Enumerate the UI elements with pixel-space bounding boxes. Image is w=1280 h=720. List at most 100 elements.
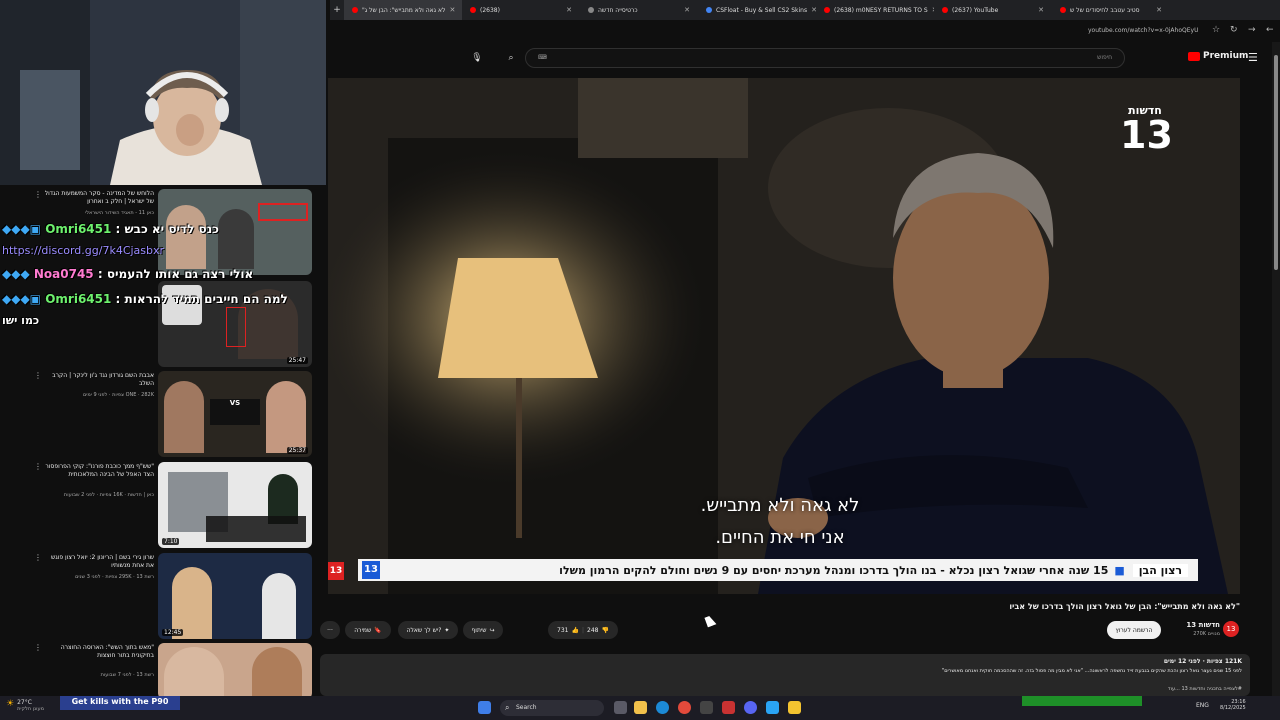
browser-tab[interactable]: CSFloat - Buy & Sell CS2 Skins ✕ (698, 0, 816, 20)
forward-icon[interactable]: ← (1266, 25, 1274, 35)
more-actions-icon[interactable]: ⋮ (34, 371, 42, 380)
channel-bug: חדשות 13 (1120, 104, 1173, 154)
url-text[interactable]: youtube.com/watch?v=x-0jAhoQEyU (1088, 27, 1198, 34)
ad-banner[interactable]: Get kills with the P90 (60, 696, 180, 710)
sparkle-icon: ✦ (444, 626, 450, 634)
chat-text: אולי רצה גם אותו להעמיס (106, 267, 254, 281)
tab-label: סטיב עטבב לחיסודים של ש (1070, 6, 1140, 14)
taskbar-search-label: Search (516, 704, 537, 711)
browser-tab[interactable]: (2638) ✕ (462, 0, 580, 20)
steam-icon[interactable] (700, 701, 713, 714)
chat-link[interactable]: https://discord.gg/7k4Cjasbxr (2, 244, 164, 257)
like-dislike-button[interactable]: 731 👍 | 248 👎 (548, 621, 618, 639)
close-icon[interactable]: ✕ (1038, 6, 1044, 14)
scrollbar-thumb[interactable] (1274, 55, 1278, 270)
related-video-thumb[interactable]: VS 25:37 (158, 371, 312, 457)
overlay-bar (1022, 696, 1142, 706)
share-icon: ↪ (489, 626, 495, 634)
related-video-thumb[interactable]: 12:45 (158, 553, 312, 639)
close-icon[interactable]: ✕ (566, 6, 572, 14)
youtube-header: 🎙 ⌕ ⌨ חיפוש Premium ☰ (330, 42, 1280, 74)
description-box[interactable]: 121K צפיות · לפני 12 ימים לפני 15 שנים נ… (320, 654, 1250, 696)
youtube-favicon-icon (942, 7, 948, 13)
description-hashtags[interactable]: #לצפייה בתכניה וחדשות 13 ...עוד (1168, 686, 1242, 692)
related-video-meta: ONE · 282K צפיות · לפני 9 ימים (82, 392, 154, 398)
browser-tab-bar: + "לא גאה ולא מתבייש": הבן של ג ✕ (2638)… (330, 0, 1280, 20)
related-video-title[interactable]: שרון גירי בשם | הריונון 2: יואל רצון פוג… (42, 554, 154, 570)
save-button[interactable]: שמירה 🔖 (345, 621, 391, 639)
subtitle-line: אני חי את החיים. (715, 527, 845, 548)
app-icon[interactable] (788, 701, 801, 714)
weather-widget[interactable]: ☀ 27°C מעונן חלקית (6, 699, 44, 712)
back-icon[interactable]: → (1248, 25, 1256, 35)
microphone-icon[interactable]: 🎙 (468, 49, 486, 67)
app-icon[interactable] (766, 701, 779, 714)
youtube-logo-icon (1188, 51, 1200, 61)
related-video-thumb[interactable]: 7:10 (158, 462, 312, 548)
browser-tab[interactable]: "לא גאה ולא מתבייש": הבן של ג ✕ (344, 0, 462, 20)
clock[interactable]: 23:16 8/12/2025 (1220, 699, 1246, 711)
task-view-icon[interactable] (614, 701, 627, 714)
more-actions-icon[interactable]: ⋮ (34, 643, 42, 652)
close-icon[interactable]: ✕ (684, 6, 690, 14)
related-video-title[interactable]: אבבת השם גורדון נגד ג'ון לינקר | הקרב הש… (42, 372, 154, 388)
discord-icon[interactable] (744, 701, 757, 714)
language-indicator[interactable]: ENG (1196, 702, 1209, 709)
more-actions-icon[interactable]: ⋮ (34, 553, 42, 562)
bullet-icon: ■ (1114, 563, 1125, 577)
more-actions-icon[interactable]: ⋮ (34, 462, 42, 471)
search-icon[interactable]: ⌕ (502, 49, 520, 67)
related-video-thumb[interactable] (158, 643, 312, 699)
app-icon[interactable] (722, 701, 735, 714)
more-button[interactable]: ··· (320, 621, 340, 639)
channel-13-small-logo-icon: 13 (328, 562, 344, 580)
browser-tab[interactable]: (2637) YouTube ✕ (934, 0, 1052, 20)
file-explorer-icon[interactable] (634, 701, 647, 714)
browser-tab[interactable]: (2638) m0NESY RETURNS TO S ✕ (816, 0, 934, 20)
share-label: שיתוף (471, 626, 487, 634)
tab-label: "לא גאה ולא מתבייש": הבן של ג (362, 6, 446, 14)
ask-label: יש לך שאלה? (406, 626, 442, 634)
bookmark-icon: 🔖 (374, 626, 382, 634)
related-video-title[interactable]: "מאש בתוך השש": הארוסה החוצרה בתיקונית ב… (42, 644, 154, 660)
search-input[interactable]: ⌨ חיפוש (525, 48, 1125, 68)
windows-start-icon[interactable] (478, 701, 491, 714)
ask-button[interactable]: יש לך שאלה? ✦ (398, 621, 458, 639)
tab-label: (2638) (480, 6, 500, 14)
video-title: "לא גאה ולא מתבייש": הבן של גואל רצון הו… (1009, 602, 1240, 611)
subscribe-button[interactable]: הרשמה לערוץ (1107, 621, 1161, 639)
thumbs-down-icon: 👎 (601, 626, 609, 634)
browser-tab[interactable]: כרטיסייה חדשה ✕ (580, 0, 698, 20)
browser-tab[interactable]: סטיב עטבב לחיסודים של ש ✕ (1052, 0, 1170, 20)
related-video-title[interactable]: הלוחש של המדינה - סקר המשמעות הגדול של י… (42, 190, 154, 206)
description-text: לפני 15 שנים נעצר גואל רצון והכת שהקים ב… (941, 668, 1242, 674)
chrome-icon[interactable] (678, 701, 691, 714)
duration-badge: 25:37 (286, 447, 308, 454)
edge-icon[interactable] (656, 701, 669, 714)
close-icon[interactable]: ✕ (449, 6, 455, 14)
new-tab-button[interactable]: + (330, 5, 344, 15)
dislike-count: 248 (587, 626, 599, 634)
share-button[interactable]: שיתוף ↪ (463, 621, 503, 639)
search-icon: ⌕ (505, 703, 510, 712)
channel-avatar[interactable]: 13 (1223, 621, 1239, 637)
related-video-title[interactable]: "שש"ף ממך כוכבת פורנו": קוקי הפרופסור הצ… (42, 463, 154, 479)
keyboard-icon[interactable]: ⌨ (538, 49, 547, 67)
more-actions-icon[interactable]: ⋮ (34, 190, 42, 199)
stream-left-panel: ⋮ הלוחש של המדינה - סקר המשמעות הגדול של… (0, 0, 328, 720)
menu-icon[interactable]: ☰ (1248, 51, 1258, 64)
new-tab-favicon-icon (588, 7, 594, 13)
premium-label: Premium (1203, 51, 1249, 61)
reload-icon[interactable]: ↻ (1230, 25, 1238, 35)
chat-user: Omri6451 (45, 292, 112, 306)
youtube-premium-logo[interactable]: Premium (1188, 51, 1248, 61)
lower-third-name: רצון הבן (1132, 563, 1188, 577)
taskbar-search[interactable]: ⌕ Search (500, 700, 604, 716)
video-subtitles: לא גאה ולא מתבייש. אני חי את החיים. (650, 490, 910, 554)
close-icon[interactable]: ✕ (1156, 6, 1162, 14)
star-icon[interactable]: ☆ (1212, 25, 1220, 35)
related-video-meta: כאן | חדשות · 16K צפיות · לפני 2 שבועות (63, 492, 154, 498)
sun-icon: ☀ (6, 699, 15, 709)
chat-user: Noa0745 (33, 267, 94, 281)
search-placeholder: חיפוש (1097, 54, 1112, 61)
